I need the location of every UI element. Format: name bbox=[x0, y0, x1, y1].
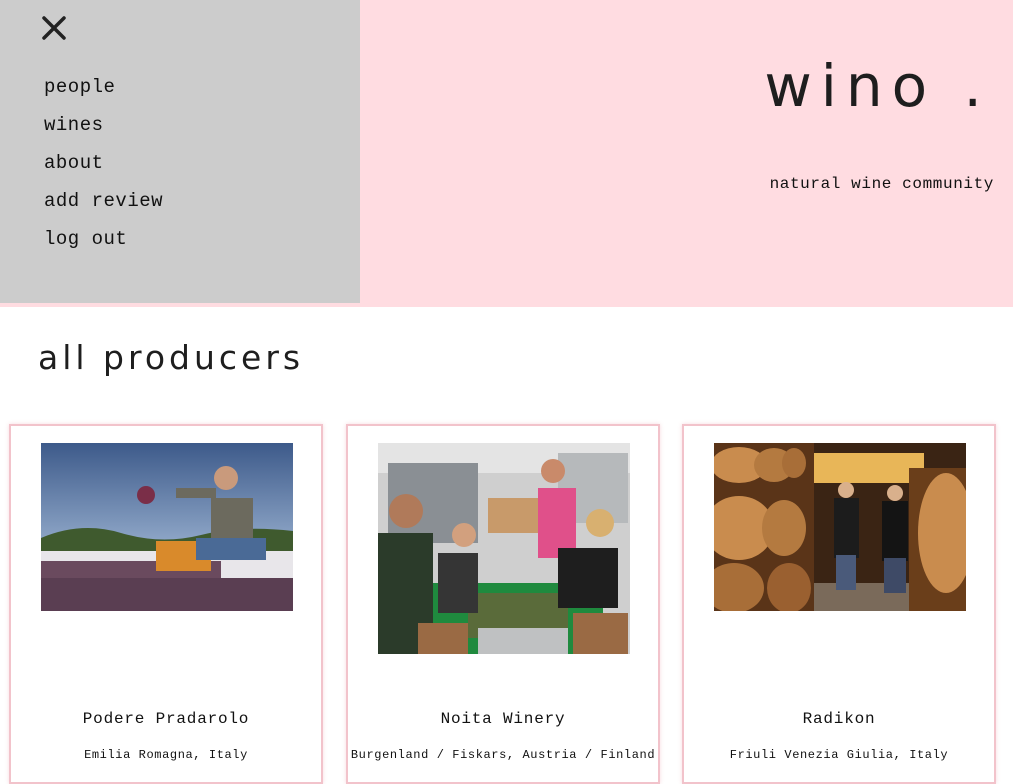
producer-photo bbox=[378, 443, 630, 654]
menu-item-people[interactable]: people bbox=[44, 72, 163, 110]
producer-name: Podere Pradarolo bbox=[82, 710, 250, 728]
producer-photo bbox=[714, 443, 966, 611]
site-logo[interactable]: wino . bbox=[764, 52, 991, 120]
site-tagline: natural wine community bbox=[769, 175, 994, 193]
menu-item-wines[interactable]: wines bbox=[44, 110, 163, 148]
producer-card[interactable]: Podere Pradarolo Emilia Romagna, Italy bbox=[9, 424, 323, 784]
header: people wines about add review log out wi… bbox=[0, 0, 1013, 307]
producer-region: Emilia Romagna, Italy bbox=[84, 748, 248, 762]
page-title: all producers bbox=[38, 338, 305, 377]
producer-card[interactable]: Radikon Friuli Venezia Giulia, Italy bbox=[682, 424, 996, 784]
nav-menu-panel: people wines about add review log out bbox=[0, 0, 360, 303]
producer-region: Friuli Venezia Giulia, Italy bbox=[729, 748, 949, 762]
producer-photo bbox=[41, 443, 293, 611]
menu-item-about[interactable]: about bbox=[44, 148, 163, 186]
producer-name: Noita Winery bbox=[440, 710, 566, 728]
producer-card[interactable]: Noita Winery Burgenland / Fiskars, Austr… bbox=[346, 424, 660, 784]
menu-item-add-review[interactable]: add review bbox=[44, 186, 163, 224]
close-icon[interactable] bbox=[38, 12, 70, 44]
nav-menu: people wines about add review log out bbox=[44, 72, 163, 262]
menu-item-log-out[interactable]: log out bbox=[44, 224, 163, 262]
producer-region: Burgenland / Fiskars, Austria / Finland bbox=[350, 748, 656, 762]
producer-name: Radikon bbox=[802, 710, 876, 728]
